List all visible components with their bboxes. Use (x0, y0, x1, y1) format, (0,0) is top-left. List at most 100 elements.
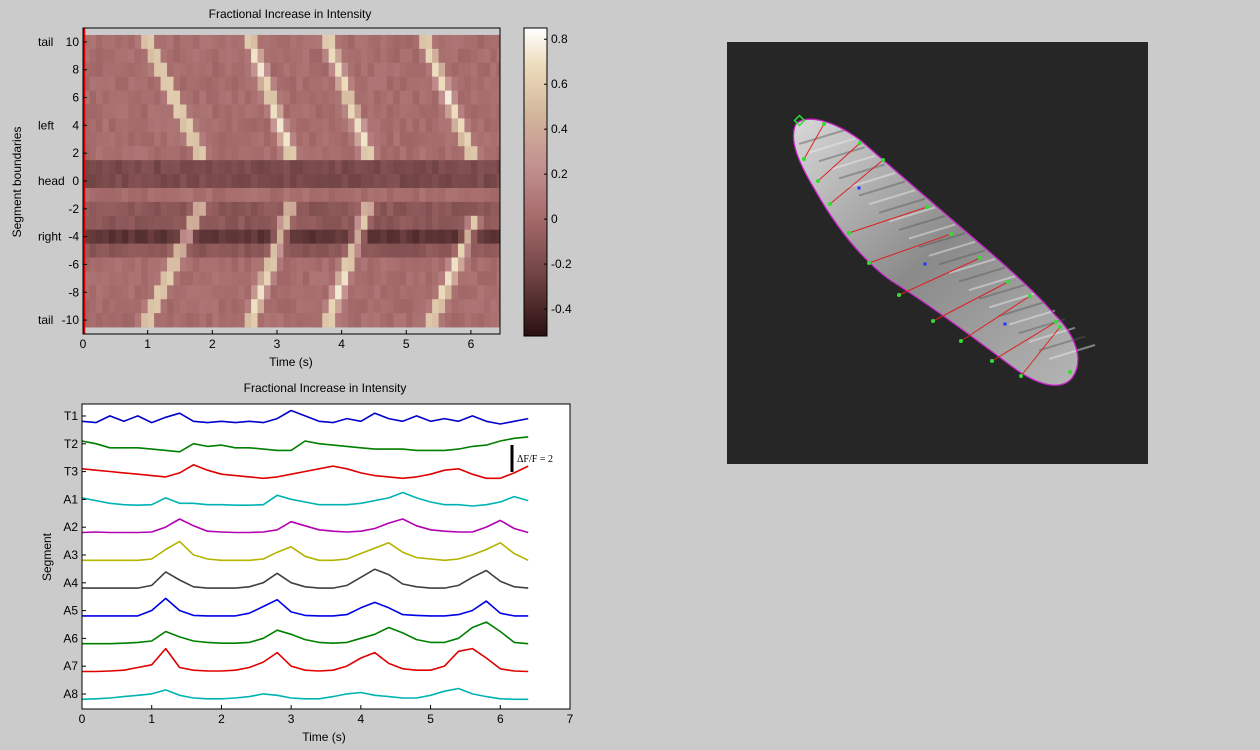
heatmap-cell (141, 34, 149, 50)
heatmap-cell (483, 118, 491, 133)
heatmap-cell (393, 257, 401, 272)
heatmap-cell (147, 90, 155, 105)
heatmap-cell (361, 104, 368, 119)
heatmap-cell (128, 146, 136, 161)
heatmap-cell (115, 62, 123, 78)
heatmap-cell (373, 243, 381, 258)
heatmap-cell (367, 229, 375, 244)
heatmap-cell (89, 160, 97, 175)
heatmap-cell (212, 215, 220, 231)
heatmap-cell (225, 313, 233, 328)
heatmap-cell (108, 34, 116, 50)
heatmap-cell (134, 271, 142, 286)
heatmap-cell (270, 48, 278, 64)
colorbar: 0.8 0.6 0.4 0.2 0 -0.2 -0.4 (523, 27, 572, 337)
heatmap-cell (199, 118, 207, 133)
heatmap-cell (393, 215, 401, 231)
heatmap-cell (102, 132, 110, 147)
heatmap-cell (412, 201, 420, 217)
heatmap-cell (354, 90, 362, 105)
heatmap-cell (108, 313, 116, 328)
heatmap-cell (380, 132, 388, 147)
heatmap-cell (264, 34, 271, 50)
heatmap-cell (141, 118, 149, 133)
heatmap-cell (464, 187, 472, 203)
heatmap-cell (276, 146, 284, 161)
heatmap-cell (264, 215, 271, 231)
heatmap-cell (251, 76, 258, 91)
heatmap-cell (425, 104, 433, 119)
heatmap-cell (225, 146, 233, 161)
heatmap-cell (231, 313, 239, 328)
heatmap-cell (335, 90, 343, 105)
heatmap-cell (393, 118, 401, 133)
heatmap-cell (244, 215, 252, 231)
heatmap-cell (244, 187, 252, 203)
heatmap-cell (167, 313, 174, 328)
heatmap-cell (335, 160, 343, 175)
heatmap-cell (341, 132, 349, 147)
heatmap-cell (257, 90, 265, 105)
heatmap-cell (302, 313, 310, 328)
heatmap-cell (386, 313, 394, 328)
heatmap-cell (419, 90, 427, 105)
heatmap-cell (425, 257, 433, 272)
heatmap-cell (322, 76, 330, 91)
heatmap-cell (283, 313, 291, 328)
heatmap-cell (315, 313, 323, 328)
heatmap-cell (212, 201, 220, 217)
heatmap-cell (373, 118, 381, 133)
heatmap-cell (179, 160, 187, 175)
heatmap-cell (470, 299, 478, 314)
heatmap-cell (95, 34, 103, 50)
boundary-marker (867, 261, 871, 265)
heatmap-cell (445, 132, 452, 147)
heatmap-cell (380, 201, 388, 217)
heatmap-cell (283, 48, 291, 64)
heatmap-cell (386, 34, 394, 50)
traces-x-tick-label: 3 (288, 712, 295, 726)
heatmap-cell (160, 313, 168, 328)
heatmap-cell (264, 90, 271, 105)
heatmap-cell (95, 48, 103, 64)
heatmap-cell (173, 313, 181, 328)
heatmap-cell (173, 257, 181, 272)
heatmap-cell (393, 299, 401, 314)
heatmap-cell (238, 34, 246, 50)
heatmap-cell (393, 187, 401, 203)
heatmap-cell (361, 229, 368, 244)
heatmap-cell (457, 160, 465, 175)
heatmap-cell (167, 90, 174, 105)
boundary-marker (925, 205, 929, 209)
heatmap-cell (257, 118, 265, 133)
heatmap-cell (490, 299, 498, 314)
heatmap-cell (134, 174, 142, 189)
heatmap-cell (128, 201, 136, 217)
heatmap-cell (179, 174, 187, 189)
heatmap-cell (205, 34, 213, 50)
center-marker (1003, 322, 1007, 326)
heatmap-cell (147, 34, 155, 50)
heatmap-cell (451, 243, 459, 258)
heatmap-cell (212, 299, 220, 314)
heatmap-cell (393, 229, 401, 244)
heatmap-cell (367, 285, 375, 300)
heatmap-cell (102, 285, 110, 300)
heatmap-cell (218, 257, 226, 272)
heatmap-cell (296, 257, 304, 272)
heatmap-cell (483, 160, 491, 175)
heatmap-cell (95, 90, 103, 105)
heatmap-cell (264, 271, 271, 286)
heatmap-cell (432, 76, 439, 91)
heatmap-cell (438, 76, 446, 91)
heatmap-cell (373, 215, 381, 231)
heatmap-cell (367, 201, 375, 217)
heatmap-cell (445, 160, 452, 175)
traces-x-tick-label: 1 (148, 712, 155, 726)
heatmap-cell (283, 174, 291, 189)
heatmap-cell (134, 90, 142, 105)
heatmap-cell (102, 62, 110, 78)
heatmap-cell (335, 34, 343, 50)
heatmap-cell (341, 257, 349, 272)
heatmap-cell (445, 229, 452, 244)
